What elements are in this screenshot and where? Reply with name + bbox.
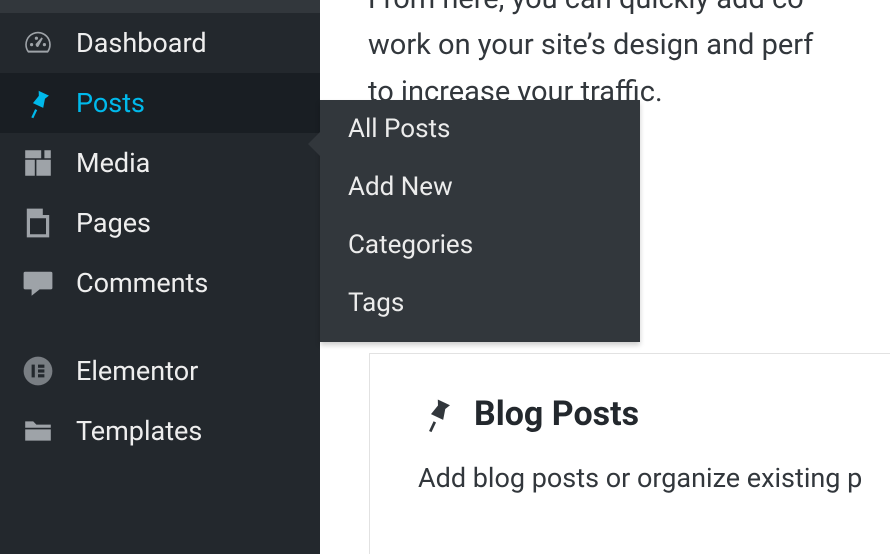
sidebar-item-templates[interactable]: Templates	[0, 401, 320, 461]
submenu-item-categories[interactable]: Categories	[320, 216, 640, 274]
card-title: Blog Posts	[474, 394, 639, 434]
posts-submenu: All Posts Add New Categories Tags	[320, 100, 640, 342]
sidebar-item-posts[interactable]: Posts	[0, 73, 320, 133]
sidebar-item-pages[interactable]: Pages	[0, 193, 320, 253]
comments-icon	[22, 267, 54, 299]
sidebar-item-media[interactable]: Media	[0, 133, 320, 193]
intro-line: From here, you can quickly add co	[368, 0, 890, 22]
elementor-icon	[22, 355, 54, 387]
submenu-item-tags[interactable]: Tags	[320, 274, 640, 342]
pin-icon	[418, 395, 456, 433]
pin-icon	[22, 87, 54, 119]
dashboard-icon	[22, 27, 54, 59]
submenu-arrow	[308, 132, 320, 156]
sidebar-item-label: Templates	[76, 415, 202, 447]
card-description: Add blog posts or organize existing p	[418, 462, 890, 494]
submenu-item-add-new[interactable]: Add New	[320, 158, 640, 216]
sidebar-item-comments[interactable]: Comments	[0, 253, 320, 313]
pages-icon	[22, 207, 54, 239]
sidebar-item-elementor[interactable]: Elementor	[0, 341, 320, 401]
sidebar-item-label: Comments	[76, 267, 208, 299]
folder-icon	[22, 415, 54, 447]
submenu-item-all-posts[interactable]: All Posts	[320, 100, 640, 158]
sidebar-item-label: Posts	[76, 87, 145, 119]
sidebar-item-label: Pages	[76, 207, 151, 239]
sidebar-item-label: Dashboard	[76, 27, 207, 59]
sidebar-item-label: Elementor	[76, 355, 198, 387]
media-icon	[22, 147, 54, 179]
blog-posts-card: Blog Posts Add blog posts or organize ex…	[369, 353, 890, 554]
intro-text: From here, you can quickly add co work o…	[320, 0, 890, 115]
sidebar-item-label: Media	[76, 147, 150, 179]
intro-line: work on your site’s design and perf	[368, 22, 890, 68]
admin-bar	[0, 0, 320, 13]
sidebar-item-dashboard[interactable]: Dashboard	[0, 13, 320, 73]
